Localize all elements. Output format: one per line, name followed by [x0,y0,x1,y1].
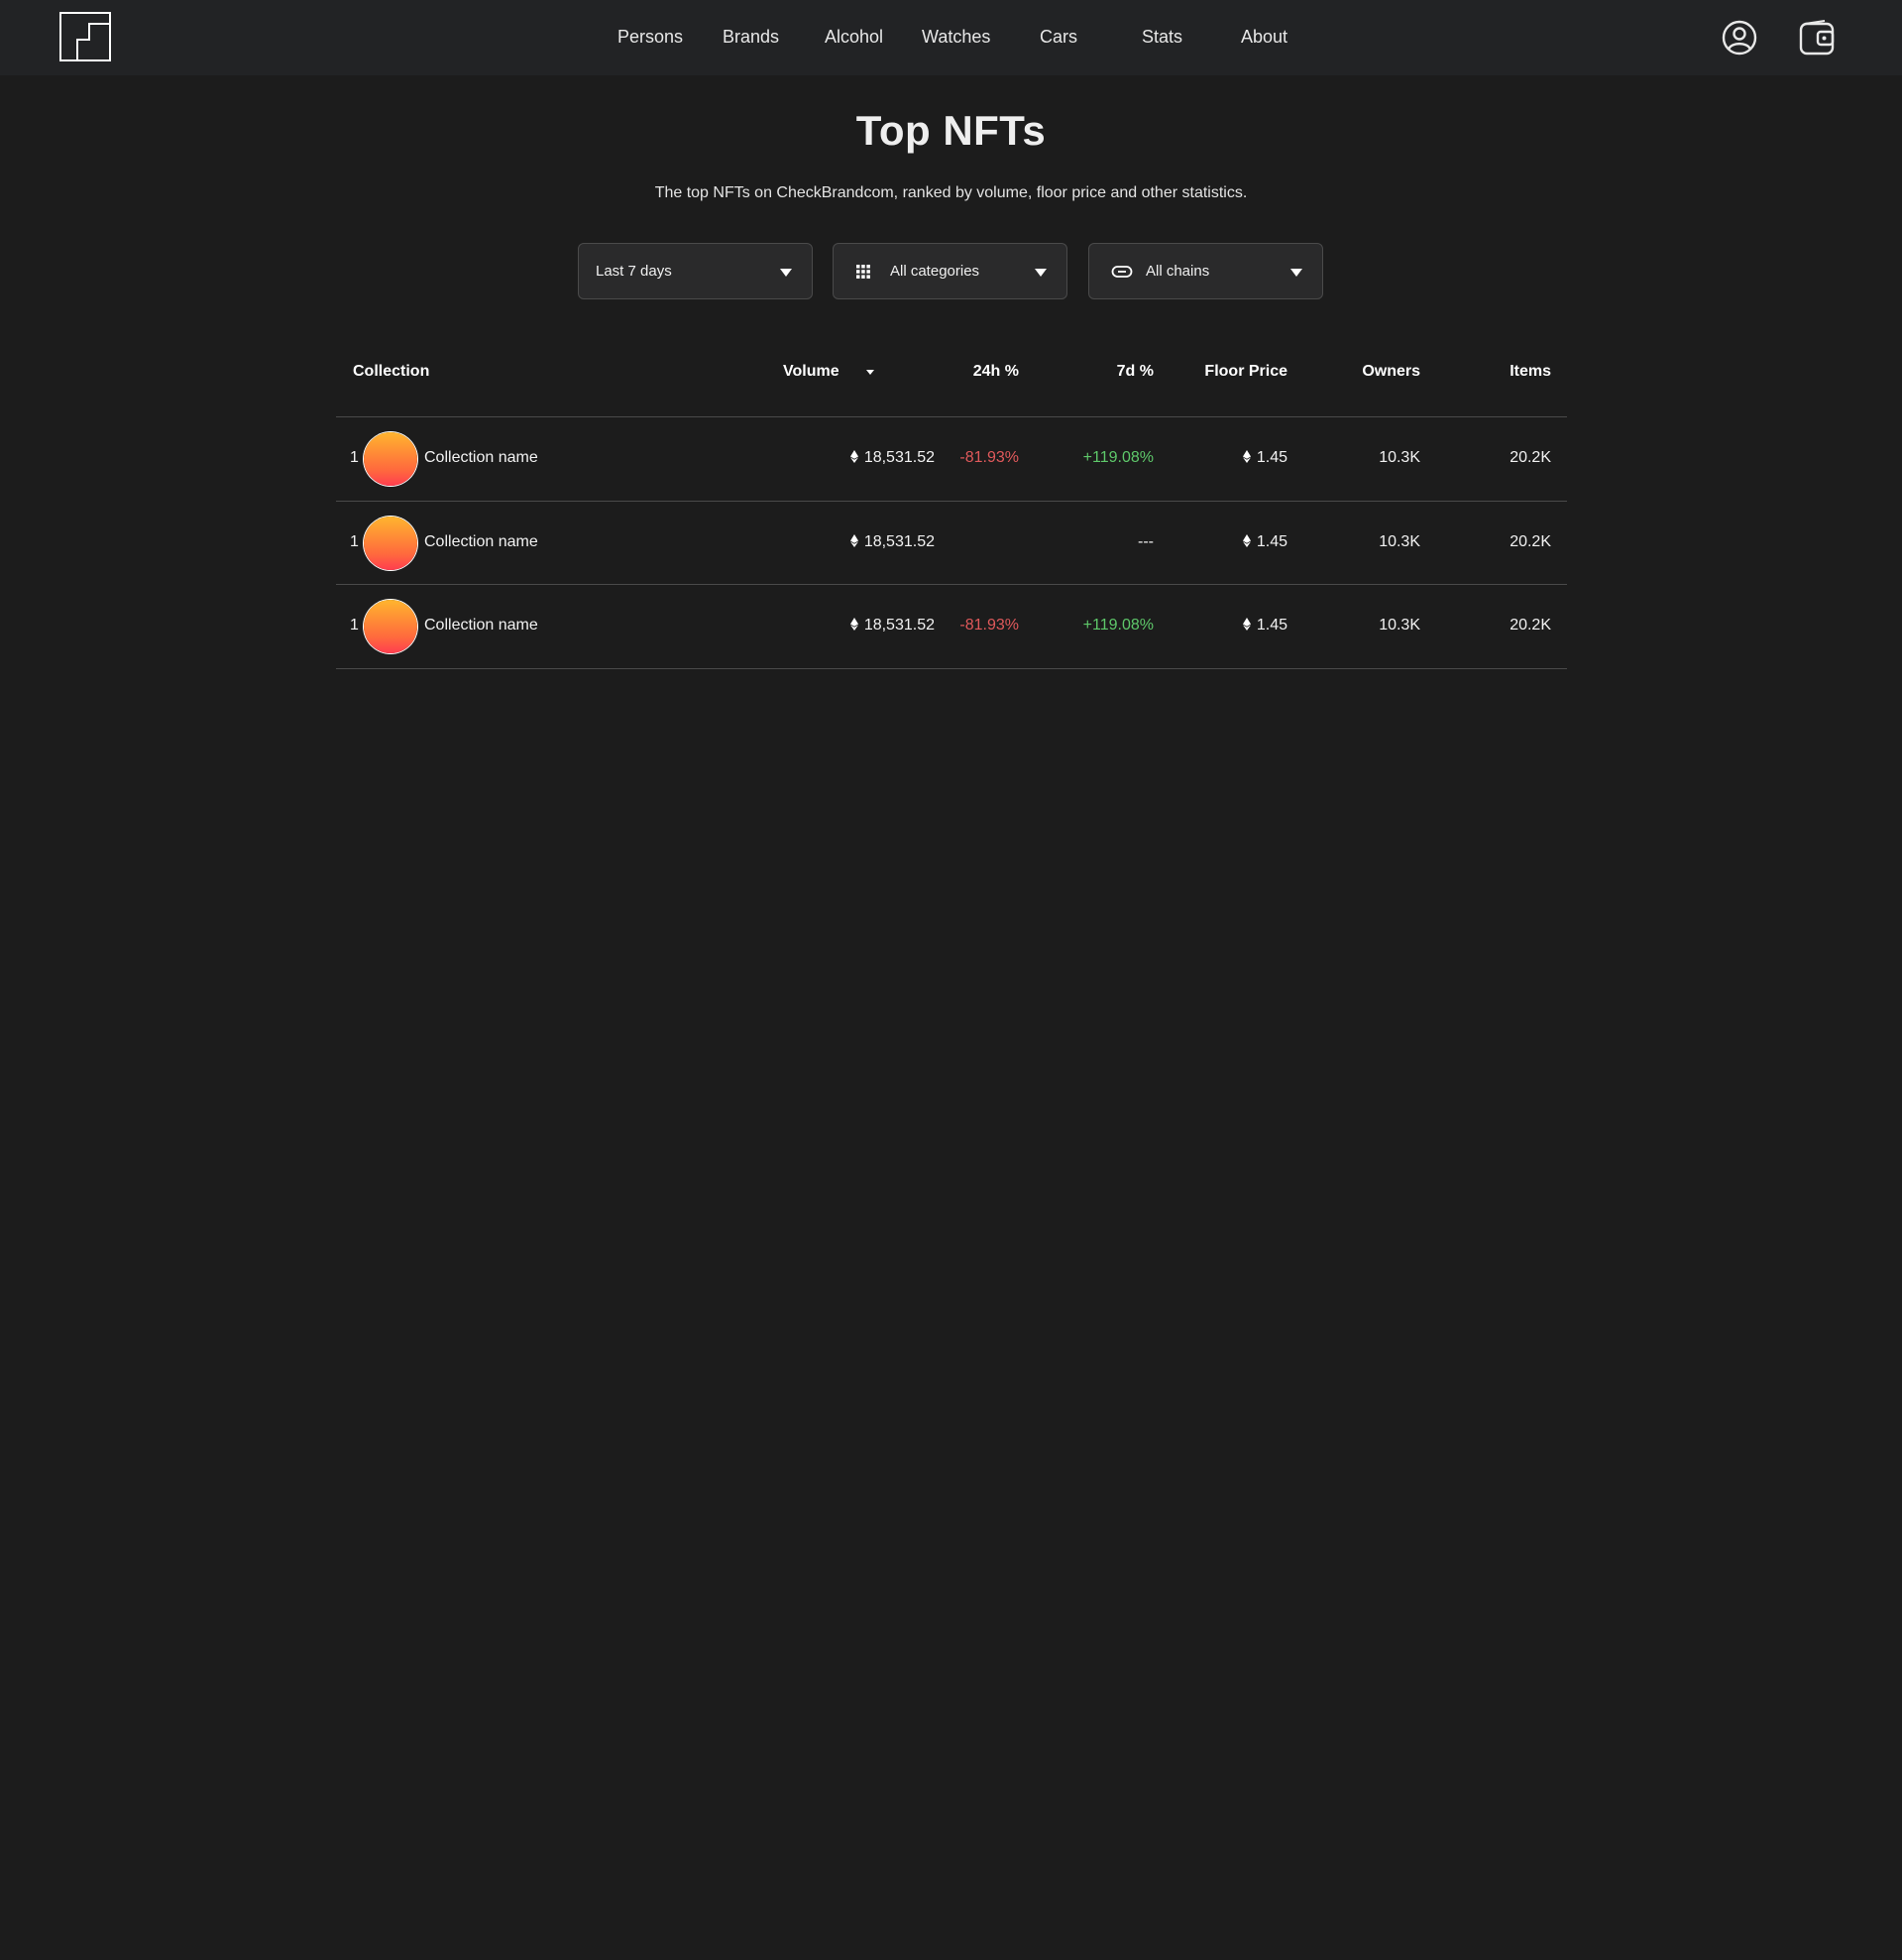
items-value: 20.2K [1510,617,1551,634]
nav-item-cars[interactable]: Cars [1040,27,1077,48]
chevron-down-icon [780,269,792,277]
column-header-collection: Collection [353,363,430,380]
change-24h-value: -81.93% [959,617,1019,634]
user-circle-icon[interactable] [1720,18,1759,58]
nav-item-alcohol[interactable]: Alcohol [825,27,883,48]
volume-value: 18,531.52 [849,617,935,634]
page-subtitle: The top NFTs on CheckBrandcom, ranked by… [654,184,1248,201]
chain-filter-dropdown[interactable]: All chains [1088,243,1323,299]
period-filter-dropdown[interactable]: Last 7 days [578,243,813,299]
owners-value: 10.3K [1379,533,1420,550]
row-rank: 1 [350,617,359,634]
category-filter-dropdown[interactable]: All categories [833,243,1067,299]
main-nav: Persons Brands Alcohol Watches Cars Stat… [0,0,1902,75]
row-rank: 1 [350,533,359,550]
collection-name[interactable]: Collection name [424,533,538,551]
nav-item-brands[interactable]: Brands [723,27,779,48]
category-filter-label: All categories [890,263,980,280]
ethereum-icon [849,534,858,547]
change-7d-value: +119.08% [1082,617,1154,634]
ethereum-icon [1242,534,1251,547]
collection-name[interactable]: Collection name [424,617,538,634]
sort-desc-icon[interactable] [866,370,874,375]
chevron-down-icon [1290,269,1302,277]
chevron-down-icon [1035,269,1047,277]
floor-price-value: 1.45 [1242,449,1287,467]
column-header-floor-price[interactable]: Floor Price [1204,363,1287,381]
volume-value: 18,531.52 [849,449,935,467]
owners-value: 10.3K [1379,617,1420,634]
grid-icon [856,265,870,279]
nav-item-about[interactable]: About [1241,27,1287,48]
floor-price-amount: 1.45 [1256,449,1287,466]
volume-amount: 18,531.52 [863,617,935,634]
column-header-7d[interactable]: 7d % [1117,363,1154,381]
ethereum-icon [849,450,858,463]
floor-price-value: 1.45 [1242,533,1287,551]
ethereum-icon [849,618,858,631]
owners-value: 10.3K [1379,449,1420,466]
table-row[interactable]: 1 Collection name 18,531.52 -81.93% +119… [336,585,1567,668]
table-row[interactable]: 1 Collection name 18,531.52 --- 1.45 10.… [336,502,1567,585]
floor-price-amount: 1.45 [1256,533,1287,550]
divider [336,668,1567,669]
nav-item-stats[interactable]: Stats [1142,27,1182,48]
items-value: 20.2K [1510,449,1551,466]
ethereum-icon [1242,618,1251,631]
ethereum-icon [1242,450,1251,463]
column-header-volume[interactable]: Volume [783,363,839,381]
volume-amount: 18,531.52 [863,449,935,466]
wallet-icon[interactable] [1797,18,1837,58]
table-row[interactable]: 1 Collection name 18,531.52 -81.93% +119… [336,417,1567,501]
volume-value: 18,531.52 [849,533,935,551]
collection-avatar [364,432,417,486]
link-icon [1111,266,1133,278]
collection-name[interactable]: Collection name [424,449,538,467]
nav-item-watches[interactable]: Watches [922,27,990,48]
column-header-owners[interactable]: Owners [1362,363,1420,381]
collection-avatar [364,517,417,570]
row-rank: 1 [350,449,359,466]
column-header-24h[interactable]: 24h % [973,363,1019,381]
floor-price-value: 1.45 [1242,617,1287,634]
top-navigation-bar: Persons Brands Alcohol Watches Cars Stat… [0,0,1902,75]
change-7d-value: +119.08% [1082,449,1154,466]
nav-item-persons[interactable]: Persons [617,27,683,48]
change-24h-value: -81.93% [959,449,1019,466]
items-value: 20.2K [1510,533,1551,550]
change-7d-value: --- [1138,533,1154,550]
page-title: Top NFTs [855,107,1047,154]
period-filter-label: Last 7 days [596,263,672,280]
chain-filter-label: All chains [1146,263,1210,280]
floor-price-amount: 1.45 [1256,617,1287,634]
collection-avatar [364,600,417,653]
column-header-items[interactable]: Items [1510,363,1551,381]
volume-amount: 18,531.52 [863,533,935,550]
